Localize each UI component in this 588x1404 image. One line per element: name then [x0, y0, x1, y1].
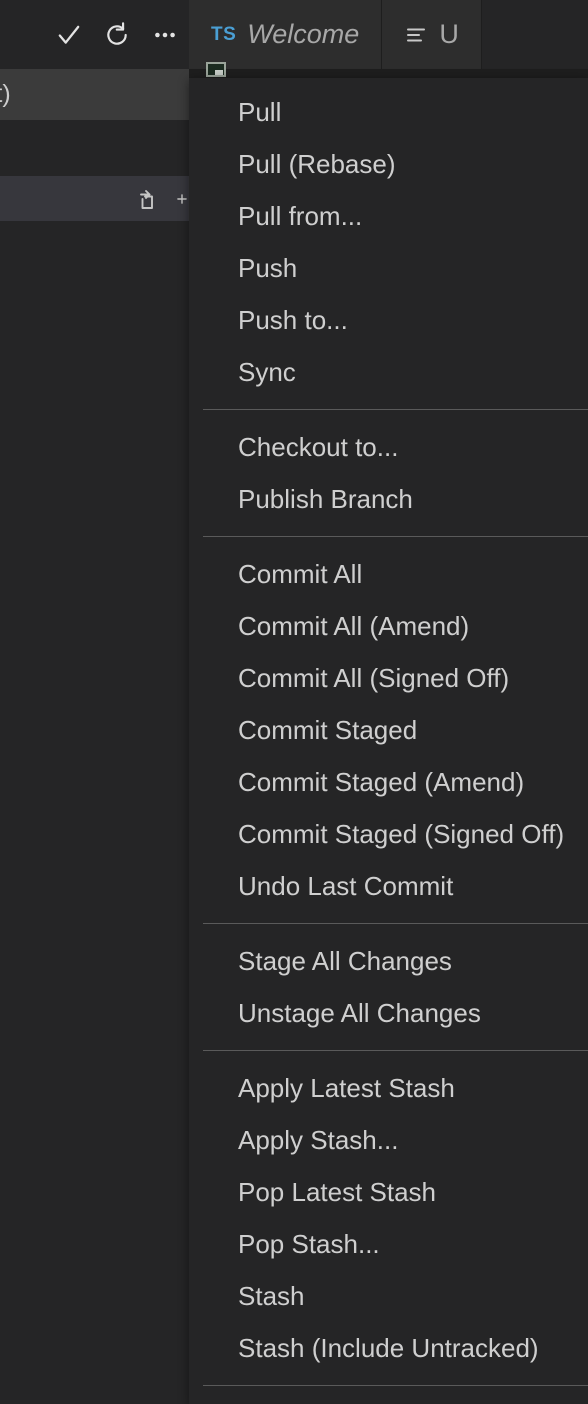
discard-changes-icon[interactable]	[135, 186, 161, 212]
menu-item-apply-latest-stash[interactable]: Apply Latest Stash	[189, 1062, 588, 1114]
editor-preview-icon	[206, 62, 226, 77]
menu-item-publish-branch[interactable]: Publish Branch	[189, 473, 588, 525]
menu-item-pull[interactable]: Pull	[189, 86, 588, 138]
commit-checkmark-icon[interactable]	[55, 21, 83, 49]
source-control-change-list: to commit)	[0, 69, 189, 273]
tab-welcome-label: Welcome	[247, 19, 360, 49]
menu-item-show-git-output[interactable]: Show Git Output	[189, 1397, 588, 1404]
menu-separator	[203, 1050, 588, 1051]
menu-item-unstage-all-changes[interactable]: Unstage All Changes	[189, 987, 588, 1039]
editor-tab-bar: TS Welcome U	[189, 0, 588, 69]
menu-item-stage-all-changes[interactable]: Stage All Changes	[189, 935, 588, 987]
vscode-window: to commit)	[0, 0, 588, 1404]
menu-item-commit-staged-amend[interactable]: Commit Staged (Amend)	[189, 756, 588, 808]
typescript-file-icon: TS	[211, 23, 237, 45]
menu-separator	[203, 923, 588, 924]
menu-separator	[203, 536, 588, 537]
scm-list-item[interactable]	[0, 120, 189, 176]
menu-item-apply-stash[interactable]: Apply Stash...	[189, 1114, 588, 1166]
git-actions-context-menu[interactable]: Pull Pull (Rebase) Pull from... Push Push to…	[189, 78, 588, 1404]
source-control-toolbar	[0, 0, 189, 69]
tab-settings-label: U	[439, 19, 459, 49]
source-control-panel: to commit)	[0, 0, 189, 1404]
menu-item-commit-staged-signed-off[interactable]: Commit Staged (Signed Off)	[189, 808, 588, 860]
menu-item-pull-rebase[interactable]: Pull (Rebase)	[189, 138, 588, 190]
menu-separator	[203, 1385, 588, 1386]
menu-separator	[203, 409, 588, 410]
menu-item-pull-from[interactable]: Pull from...	[189, 190, 588, 242]
scm-list-item[interactable]	[0, 221, 189, 273]
scm-group-header-label: to commit)	[0, 80, 11, 108]
menu-item-sync[interactable]: Sync	[189, 346, 588, 398]
menu-item-push-to[interactable]: Push to...	[189, 294, 588, 346]
settings-list-icon	[404, 23, 428, 47]
menu-item-stash-include-untracked[interactable]: Stash (Include Untracked)	[189, 1322, 588, 1374]
scm-list-item-selected[interactable]	[0, 176, 189, 221]
menu-item-commit-all-signed-off[interactable]: Commit All (Signed Off)	[189, 652, 588, 704]
menu-item-pop-stash[interactable]: Pop Stash...	[189, 1218, 588, 1270]
menu-item-commit-staged[interactable]: Commit Staged	[189, 704, 588, 756]
refresh-icon[interactable]	[103, 21, 131, 49]
menu-item-stash[interactable]: Stash	[189, 1270, 588, 1322]
breadcrumb	[189, 69, 588, 78]
menu-item-undo-last-commit[interactable]: Undo Last Commit	[189, 860, 588, 912]
menu-item-push[interactable]: Push	[189, 242, 588, 294]
stage-changes-icon[interactable]	[175, 186, 189, 212]
tab-welcome[interactable]: TS Welcome	[189, 0, 383, 69]
menu-item-checkout-to[interactable]: Checkout to...	[189, 421, 588, 473]
more-actions-icon[interactable]	[151, 21, 179, 49]
scm-group-header-row[interactable]: to commit)	[0, 69, 189, 120]
menu-item-commit-all[interactable]: Commit All	[189, 548, 588, 600]
menu-item-pop-latest-stash[interactable]: Pop Latest Stash	[189, 1166, 588, 1218]
tab-settings[interactable]: U	[382, 0, 482, 69]
menu-item-commit-all-amend[interactable]: Commit All (Amend)	[189, 600, 588, 652]
